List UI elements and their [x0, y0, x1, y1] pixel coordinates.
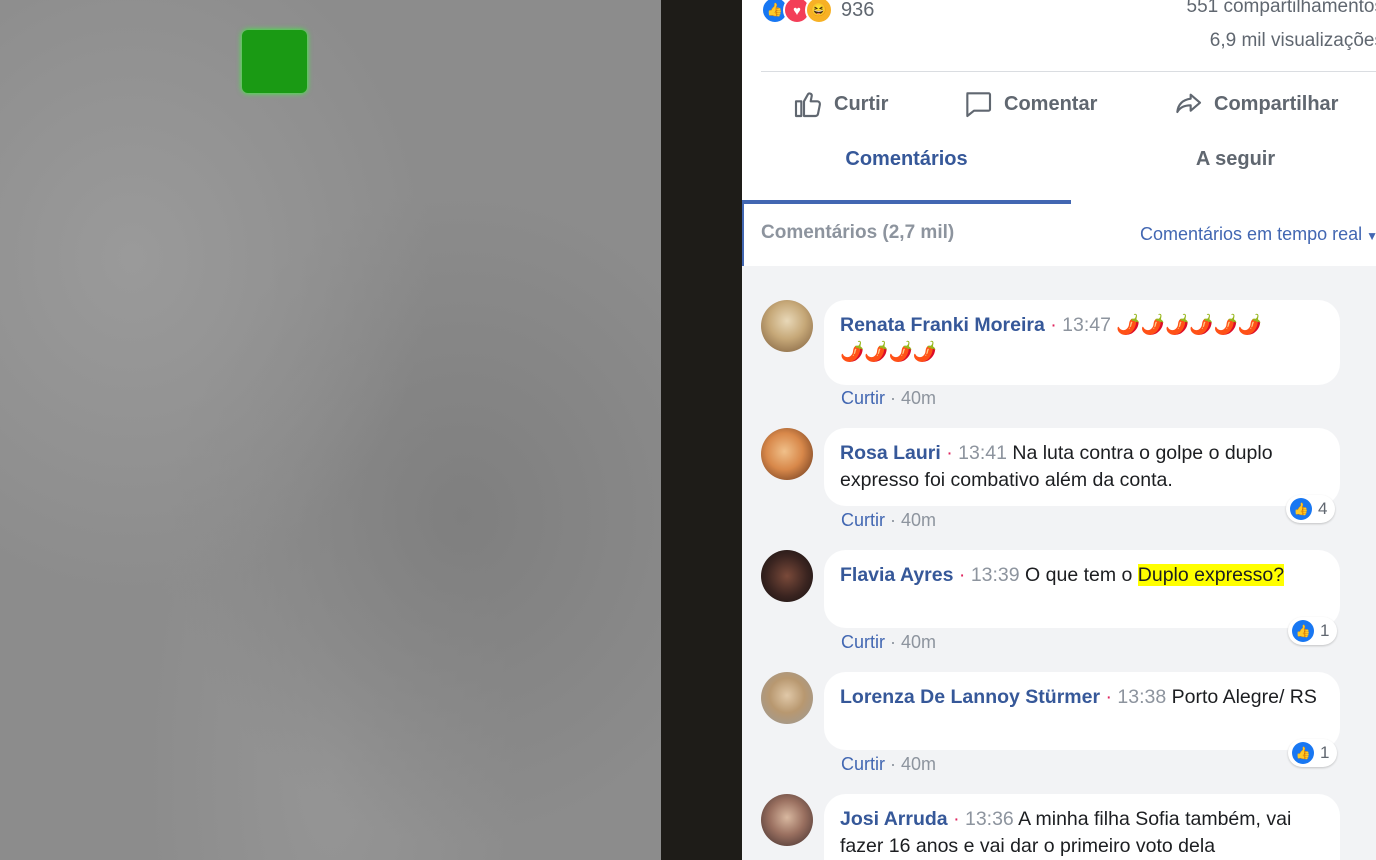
- like-badge-icon: 👍: [1292, 742, 1314, 764]
- comment-like-badge[interactable]: 👍 1: [1288, 617, 1338, 645]
- separator-dot: ·: [958, 564, 966, 586]
- like-button-label: Curtir: [834, 92, 889, 115]
- post-actions: Curtir Comentar Compartilhar: [742, 82, 1376, 130]
- comment-age[interactable]: 40m: [901, 388, 936, 408]
- comment-age[interactable]: 40m: [901, 510, 936, 530]
- separator-dot: ·: [946, 442, 953, 464]
- haha-reaction-icon: 😆: [805, 0, 833, 24]
- comments-panel: 👍 ♥ 😆 936 551 compartilhamentos 6,9 mil …: [742, 0, 1376, 860]
- views-count: 6,9 mil visualizações: [1209, 30, 1376, 51]
- divider: [761, 71, 1376, 72]
- share-button-label: Compartilhar: [1214, 92, 1339, 115]
- separator-dot: ·: [953, 808, 960, 830]
- panel-separator: [661, 0, 742, 860]
- tab-following[interactable]: A seguir: [1071, 148, 1376, 204]
- comment-text: Porto Alegre/ RS: [1171, 686, 1317, 708]
- comments-list: Renata Franki Moreira · 13:47 🌶️🌶️🌶️🌶️🌶️…: [742, 266, 1376, 860]
- comment-button-label: Comentar: [1004, 92, 1098, 115]
- comment-like-link[interactable]: Curtir: [841, 632, 885, 652]
- avatar[interactable]: [761, 550, 813, 602]
- comments-count: Comentários (2,7 mil): [761, 222, 955, 243]
- comment-meta: Curtir · 40m: [841, 632, 936, 653]
- like-badge-icon: 👍: [1292, 620, 1314, 642]
- comment-age[interactable]: 40m: [901, 632, 936, 652]
- comment-like-link[interactable]: Curtir: [841, 388, 885, 408]
- comment-meta: Curtir · 40m: [841, 388, 936, 409]
- post-stats: 👍 ♥ 😆 936 551 compartilhamentos 6,9 mil …: [742, 0, 1376, 70]
- like-button[interactable]: Curtir: [792, 88, 888, 120]
- comment-bubble: Lorenza De Lannoy Stürmer · 13:38 Porto …: [824, 672, 1340, 750]
- comment-author[interactable]: Renata Franki Moreira: [840, 314, 1045, 336]
- comment-meta: Curtir · 40m: [841, 510, 936, 531]
- thumbs-up-icon: [794, 92, 821, 118]
- comment-timestamp[interactable]: 13:47: [1062, 314, 1111, 336]
- avatar[interactable]: [761, 428, 813, 480]
- reaction-count[interactable]: 936: [841, 0, 874, 22]
- separator-dot: ·: [890, 632, 902, 652]
- comments-filter-dropdown[interactable]: Comentários em tempo real ▼: [1140, 224, 1376, 245]
- comment-author[interactable]: Rosa Lauri: [840, 442, 941, 464]
- avatar[interactable]: [761, 300, 813, 352]
- share-arrow-icon: [1176, 93, 1202, 114]
- comment-timestamp[interactable]: 13:41: [958, 442, 1007, 464]
- comment-emoji-line-1: 🌶️🌶️🌶️🌶️🌶️🌶️: [1116, 314, 1263, 336]
- comment-timestamp[interactable]: 13:36: [965, 808, 1014, 830]
- video-player[interactable]: [0, 0, 661, 860]
- separator-dot: ·: [1105, 686, 1112, 708]
- comment-bubble: Flavia Ayres · 13:39 O que tem o Duplo e…: [824, 550, 1340, 628]
- comments-tabs: Comentários A seguir: [742, 148, 1376, 204]
- comment-age[interactable]: 40m: [901, 754, 936, 774]
- comment-timestamp[interactable]: 13:38: [1117, 686, 1166, 708]
- comment-bubble: Josi Arruda · 13:36 A minha filha Sofia …: [824, 794, 1340, 860]
- comment-like-link[interactable]: Curtir: [841, 510, 885, 530]
- separator-dot: ·: [890, 754, 902, 774]
- comment-like-count: 1: [1320, 743, 1330, 762]
- comment-author[interactable]: Flavia Ayres: [840, 564, 953, 586]
- shares-count[interactable]: 551 compartilhamentos: [1187, 0, 1376, 18]
- separator-dot: ·: [890, 510, 902, 530]
- separator-dot: ·: [890, 388, 902, 408]
- comment-meta: Curtir · 40m: [841, 754, 936, 775]
- tab-comments[interactable]: Comentários: [742, 148, 1071, 204]
- caret-down-icon: ▼: [1366, 229, 1376, 243]
- comments-filter-label: Comentários em tempo real: [1140, 224, 1363, 244]
- comment-timestamp[interactable]: 13:39: [971, 564, 1020, 586]
- comment-like-count: 4: [1318, 499, 1328, 518]
- green-square-marker: [242, 30, 307, 93]
- comment-like-count: 1: [1320, 621, 1330, 640]
- comment-emoji-line-2: 🌶️🌶️🌶️🌶️: [840, 341, 938, 363]
- comment-button[interactable]: Comentar: [962, 88, 1097, 120]
- comment-author[interactable]: Lorenza De Lannoy Stürmer: [840, 686, 1100, 708]
- avatar[interactable]: [761, 672, 813, 724]
- share-button[interactable]: Compartilhar: [1172, 88, 1338, 120]
- search-highlight: Duplo expresso?: [1137, 564, 1285, 586]
- comment-like-link[interactable]: Curtir: [841, 754, 885, 774]
- like-badge-icon: 👍: [1290, 498, 1312, 520]
- comment-text: O que tem o: [1025, 564, 1138, 586]
- comments-header: Comentários (2,7 mil) Comentários em tem…: [742, 204, 1376, 266]
- reactions-summary[interactable]: 👍 ♥ 😆 936: [761, 0, 874, 24]
- comment-bubble: Renata Franki Moreira · 13:47 🌶️🌶️🌶️🌶️🌶️…: [824, 300, 1340, 385]
- comment-like-badge[interactable]: 👍 4: [1286, 495, 1336, 523]
- comment-icon: [966, 92, 992, 118]
- comment-like-badge[interactable]: 👍 1: [1288, 739, 1338, 767]
- avatar[interactable]: [761, 794, 813, 846]
- comment-bubble: Rosa Lauri · 13:41 Na luta contra o golp…: [824, 428, 1340, 506]
- comment-author[interactable]: Josi Arruda: [840, 808, 948, 830]
- separator-dot: ·: [1050, 314, 1057, 336]
